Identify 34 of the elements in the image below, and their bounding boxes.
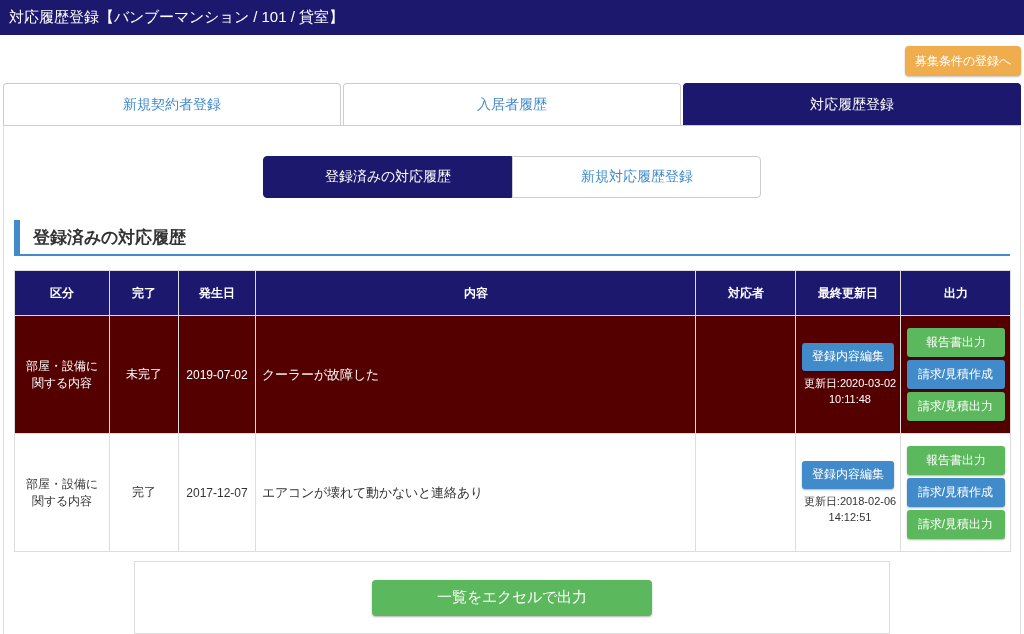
column-header: 出力: [900, 270, 1011, 316]
updated-date: 更新日:2020-03-02 10:11:48: [802, 375, 898, 407]
create-button[interactable]: 請求/見積作成: [906, 360, 1005, 389]
output-button[interactable]: 報告書出力: [906, 446, 1005, 475]
tab[interactable]: 新規契約者登録: [3, 83, 341, 125]
column-header: 区分: [14, 270, 110, 316]
category-cell: 部屋・設備に関する内容: [14, 315, 110, 434]
status-cell: 未完了: [109, 315, 179, 434]
edit-button[interactable]: 登録内容編集: [802, 342, 894, 371]
column-header: 対応者: [695, 270, 796, 316]
output-button[interactable]: 請求/見積出力: [906, 510, 1005, 539]
tab[interactable]: 入居者履歴: [343, 83, 681, 125]
column-header: 完了: [109, 270, 179, 316]
page-title: 対応履歴登録【バンブーマンション / 101 / 貸室】: [9, 8, 345, 27]
edit-button[interactable]: 登録内容編集: [802, 460, 894, 489]
content-cell: クーラーが故障した: [255, 315, 696, 434]
create-button[interactable]: 請求/見積作成: [906, 478, 1005, 507]
tab[interactable]: 対応履歴登録: [683, 83, 1021, 125]
date-cell: 2019-07-02: [178, 315, 256, 434]
status-cell: 完了: [109, 433, 179, 552]
sub-tab[interactable]: 登録済みの対応履歴: [263, 156, 512, 198]
output-button[interactable]: 報告書出力: [906, 328, 1005, 357]
column-header: 発生日: [178, 270, 256, 316]
column-header: 内容: [255, 270, 696, 316]
section-title: 登録済みの対応履歴: [33, 226, 186, 249]
column-header: 最終更新日: [795, 270, 901, 316]
output-button[interactable]: 請求/見積出力: [906, 392, 1005, 421]
excel-export-button[interactable]: 一覧をエクセルで出力: [372, 579, 652, 616]
category-cell: 部屋・設備に関する内容: [14, 433, 110, 552]
date-cell: 2017-12-07: [178, 433, 256, 552]
content-cell: エアコンが壊れて動かないと連絡あり: [255, 433, 696, 552]
updated-date: 更新日:2018-02-06 14:12:51: [802, 493, 898, 525]
sub-tab[interactable]: 新規対応履歴登録: [512, 156, 761, 198]
recruitment-conditions-button[interactable]: 募集条件の登録へ: [905, 46, 1021, 76]
